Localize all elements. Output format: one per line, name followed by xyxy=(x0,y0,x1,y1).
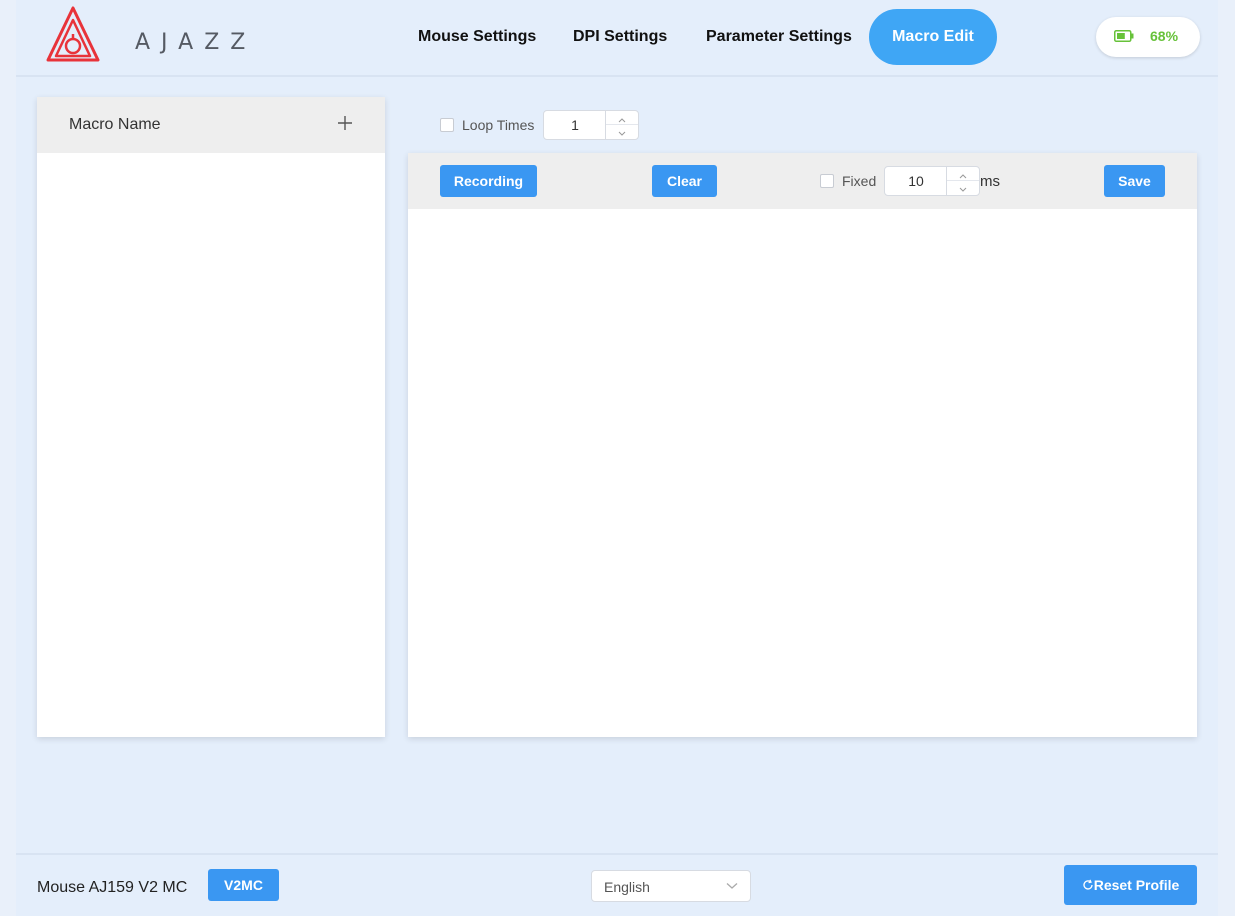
chevron-up-icon xyxy=(618,118,626,123)
firmware-version-button[interactable]: V2MC xyxy=(208,869,279,901)
loop-times-checkbox[interactable] xyxy=(440,118,454,132)
fixed-delay-stepper[interactable]: 10 xyxy=(884,166,980,196)
nav-macro-edit[interactable]: Macro Edit xyxy=(869,9,997,65)
battery-indicator: 68% xyxy=(1096,17,1200,57)
battery-percent: 68% xyxy=(1150,28,1179,44)
loop-times-decrement[interactable] xyxy=(606,125,638,139)
loop-times-stepper-buttons xyxy=(605,111,638,139)
loop-times-label: Loop Times xyxy=(462,117,535,133)
macro-editor-panel: Recording Clear Fixed 10 ms Save xyxy=(408,153,1197,737)
language-select[interactable]: English xyxy=(591,870,751,902)
loop-times-increment[interactable] xyxy=(606,111,638,125)
device-name: Mouse AJ159 V2 MC xyxy=(37,879,188,896)
clear-button[interactable]: Clear xyxy=(652,165,717,197)
chevron-down-icon xyxy=(618,131,626,136)
chevron-down-icon xyxy=(726,883,738,889)
battery-icon xyxy=(1114,30,1134,42)
reset-profile-label: Reset Profile xyxy=(1093,877,1180,893)
macro-list-header: Macro Name xyxy=(37,97,385,153)
header: AJAZZ Mouse Settings DPI Settings Parame… xyxy=(16,0,1218,77)
recording-button[interactable]: Recording xyxy=(440,165,537,197)
chevron-down-icon xyxy=(959,187,967,192)
fixed-delay-value[interactable]: 10 xyxy=(885,167,947,195)
loop-times-value[interactable]: 1 xyxy=(544,111,606,139)
fixed-delay-increment[interactable] xyxy=(947,167,979,181)
nav-dpi-settings[interactable]: DPI Settings xyxy=(573,9,667,65)
fixed-delay-checkbox[interactable] xyxy=(820,174,834,188)
macro-name-label: Macro Name xyxy=(69,116,161,133)
fixed-delay-decrement[interactable] xyxy=(947,181,979,195)
nav-mouse-settings[interactable]: Mouse Settings xyxy=(418,9,536,65)
nav-parameter-settings[interactable]: Parameter Settings xyxy=(706,9,852,65)
plus-icon[interactable] xyxy=(334,112,356,134)
footer: Mouse AJ159 V2 MC V2MC English Reset Pro… xyxy=(16,853,1218,916)
macro-toolbar: Recording Clear Fixed 10 ms Save xyxy=(408,153,1197,209)
main-nav: Mouse Settings DPI Settings Parameter Se… xyxy=(16,9,1218,65)
reset-profile-button[interactable]: Reset Profile xyxy=(1064,865,1197,905)
language-value: English xyxy=(604,879,650,895)
chevron-up-icon xyxy=(959,174,967,179)
save-button[interactable]: Save xyxy=(1104,165,1165,197)
fixed-delay-unit: ms xyxy=(980,173,1000,190)
loop-times-stepper[interactable]: 1 xyxy=(543,110,639,140)
macro-list-panel: Macro Name xyxy=(37,97,385,737)
fixed-delay-stepper-buttons xyxy=(946,167,979,195)
fixed-delay-label: Fixed xyxy=(842,173,877,189)
refresh-icon xyxy=(1083,879,1093,890)
